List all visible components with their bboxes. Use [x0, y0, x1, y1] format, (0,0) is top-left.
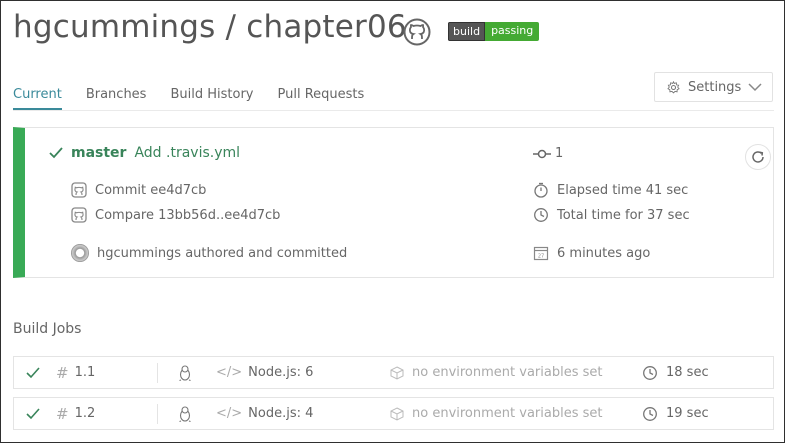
box-icon [390, 406, 404, 421]
linux-icon [178, 364, 192, 381]
stopwatch-icon [533, 182, 549, 198]
build-jobs-heading: Build Jobs [13, 321, 82, 337]
clock-icon [533, 207, 549, 223]
finished-row: 27 6 minutes ago [533, 245, 650, 261]
code-icon: </> [216, 365, 243, 380]
settings-dropdown[interactable]: Settings [654, 72, 773, 102]
current-build-card[interactable]: master Add .travis.yml 1 Commit ee4d7cb … [13, 127, 774, 278]
tabs-divider [13, 110, 774, 111]
job-row[interactable]: # 1.1 </> Node.js: 6 no environment vari… [13, 356, 774, 389]
tab-branches[interactable]: Branches [86, 87, 147, 110]
code-icon: </> [216, 406, 243, 421]
build-number[interactable]: 1 [533, 146, 563, 161]
job-duration: 18 sec [642, 365, 709, 381]
tab-build-history[interactable]: Build History [170, 87, 253, 110]
calendar-icon: 27 [533, 245, 549, 261]
job-number: # 1.1 [56, 364, 95, 382]
job-env-vars-value: no environment variables set [412, 365, 603, 380]
gear-icon [667, 80, 680, 94]
compare-link[interactable]: Compare 13bb56d..ee4d7cb [95, 208, 280, 223]
github-octocat-icon [71, 207, 87, 223]
box-icon [390, 365, 404, 380]
job-row[interactable]: # 1.2 </> Node.js: 4 no environment vari… [13, 397, 774, 430]
job-language: </> Node.js: 4 [216, 406, 313, 421]
job-language: </> Node.js: 6 [216, 365, 313, 380]
settings-label: Settings [688, 79, 742, 95]
clock-icon [642, 406, 658, 422]
elapsed-time: Elapsed time 41 sec [557, 182, 689, 198]
job-language-value: Node.js: 6 [248, 365, 314, 380]
refresh-icon [750, 149, 766, 165]
job-divider [157, 363, 158, 383]
job-duration-value: 18 sec [666, 365, 709, 380]
job-duration: 19 sec [642, 406, 709, 422]
commit-link[interactable]: Commit ee4d7cb [95, 183, 206, 198]
job-env-vars: no environment variables set [390, 365, 602, 380]
check-icon [26, 407, 40, 420]
github-octocat-icon [71, 182, 87, 198]
badge-status: passing [485, 22, 540, 41]
job-divider [157, 404, 158, 424]
job-number: # 1.2 [56, 405, 95, 423]
check-icon [49, 147, 63, 159]
job-number-value: 1.2 [74, 406, 96, 421]
github-icon[interactable] [403, 18, 431, 46]
compare-row[interactable]: Compare 13bb56d..ee4d7cb [71, 207, 280, 223]
build-summary: master Add .travis.yml [49, 145, 240, 161]
commit-row[interactable]: Commit ee4d7cb [71, 182, 206, 198]
author-text: hgcummings authored and committed [97, 245, 348, 261]
chevron-down-icon [748, 81, 762, 93]
check-icon [26, 366, 40, 379]
job-env-vars-value: no environment variables set [412, 406, 603, 421]
build-status-badge[interactable]: build passing [448, 22, 540, 41]
badge-label: build [448, 22, 486, 41]
hash-icon: # [56, 404, 69, 423]
svg-text:27: 27 [538, 254, 544, 260]
commit-node-icon [533, 149, 551, 159]
job-duration-value: 19 sec [666, 406, 709, 421]
finished-ago: 6 minutes ago [557, 245, 651, 261]
job-env-vars: no environment variables set [390, 406, 602, 421]
clock-icon [642, 365, 658, 381]
total-time-row: Total time for 37 sec [533, 207, 690, 223]
total-time: Total time for 37 sec [557, 207, 690, 223]
commit-message: Add .travis.yml [134, 145, 241, 161]
restart-build-button[interactable] [745, 144, 771, 170]
linux-icon [178, 405, 192, 422]
elapsed-time-row: Elapsed time 41 sec [533, 182, 688, 198]
tab-bar: Current Branches Build History Pull Requ… [13, 87, 388, 110]
hash-icon: # [56, 363, 69, 382]
avatar [71, 244, 89, 262]
tab-current[interactable]: Current [13, 87, 62, 110]
repo-title[interactable]: hgcummings / chapter06 [13, 9, 407, 45]
job-language-value: Node.js: 4 [248, 406, 314, 421]
author-row: hgcummings authored and committed [71, 244, 347, 262]
branch-name[interactable]: master [71, 145, 126, 161]
tab-pull-requests[interactable]: Pull Requests [277, 87, 364, 110]
job-number-value: 1.1 [74, 365, 96, 380]
build-number-value: 1 [555, 146, 564, 161]
